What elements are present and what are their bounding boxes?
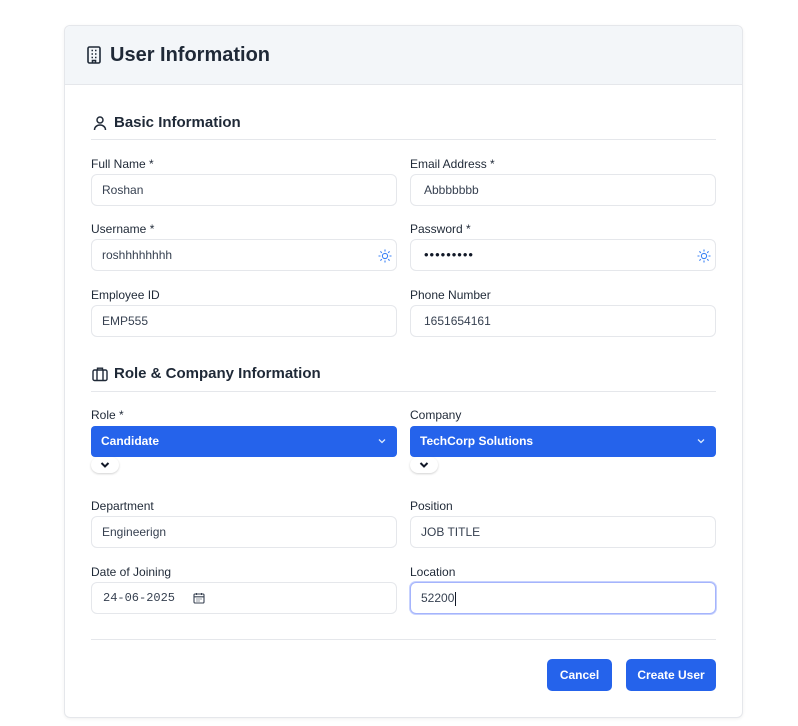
employee-id-input[interactable]: EMP555 [91, 305, 397, 337]
page-title: User Information [110, 44, 271, 66]
role-select[interactable]: Candidate [91, 426, 397, 457]
building-icon [87, 46, 101, 64]
section-divider [91, 391, 716, 392]
section-divider [91, 139, 716, 140]
location-value: 52200 [421, 583, 457, 613]
employee-id-label: Employee ID [91, 288, 160, 302]
employee-id-value: EMP555 [102, 314, 149, 328]
phone-input[interactable]: 1651654161 [410, 305, 716, 337]
chevron-down-icon [697, 439, 705, 444]
ai-sparkle-icon[interactable] [697, 249, 711, 263]
chevron-down-icon [378, 439, 386, 444]
chevron-down-icon [419, 462, 429, 468]
ai-sparkle-icon[interactable] [378, 249, 392, 263]
text-caret [455, 591, 457, 606]
full-name-label: Full Name * [91, 157, 154, 171]
briefcase-icon [92, 367, 108, 382]
role-value: Candidate [101, 434, 160, 448]
date-of-joining-input[interactable]: 24-06-2025 [91, 582, 397, 614]
create-user-button[interactable]: Create User [626, 659, 716, 691]
section-title-basic: Basic Information [114, 114, 241, 131]
department-label: Department [91, 499, 154, 513]
phone-value: 1651654161 [424, 314, 491, 328]
email-value: Abbbbbbb [424, 183, 479, 197]
cancel-button[interactable]: Cancel [547, 659, 612, 691]
username-input[interactable]: roshhhhhhhh [91, 239, 397, 271]
phone-label: Phone Number [410, 288, 491, 302]
username-value: roshhhhhhhh [102, 248, 173, 262]
company-label: Company [410, 408, 462, 422]
role-label: Role * [91, 408, 124, 422]
full-name-input[interactable]: Roshan [91, 174, 397, 206]
calendar-icon[interactable] [193, 592, 205, 604]
role-native-select[interactable] [91, 457, 119, 473]
location-input[interactable]: 52200 [410, 582, 716, 614]
company-value: TechCorp Solutions [420, 434, 534, 448]
password-input[interactable]: ••••••••• [410, 239, 716, 271]
date-of-joining-label: Date of Joining [91, 565, 172, 579]
full-name-value: Roshan [102, 183, 144, 197]
company-select[interactable]: TechCorp Solutions [410, 426, 716, 457]
position-input[interactable]: JOB TITLE [410, 516, 716, 548]
email-input[interactable]: Abbbbbbb [410, 174, 716, 206]
section-title-role: Role & Company Information [114, 365, 321, 382]
department-input[interactable]: Engineerign [91, 516, 397, 548]
user-form-card: User Information Basic Information Full … [64, 25, 743, 718]
company-native-select[interactable] [410, 457, 438, 473]
username-label: Username * [91, 222, 155, 236]
password-label: Password * [410, 222, 471, 236]
user-icon [93, 116, 107, 131]
position-value: JOB TITLE [421, 525, 481, 539]
location-label: Location [410, 565, 456, 579]
date-of-joining-value: 24-06-2025 [103, 591, 176, 605]
chevron-down-icon [100, 462, 110, 468]
password-value: ••••••••• [424, 247, 474, 262]
card-header: User Information [65, 26, 742, 85]
position-label: Position [410, 499, 453, 513]
department-value: Engineerign [102, 525, 167, 539]
footer-divider [91, 639, 716, 640]
location-text: 52200 [421, 591, 455, 605]
email-label: Email Address * [410, 157, 495, 171]
